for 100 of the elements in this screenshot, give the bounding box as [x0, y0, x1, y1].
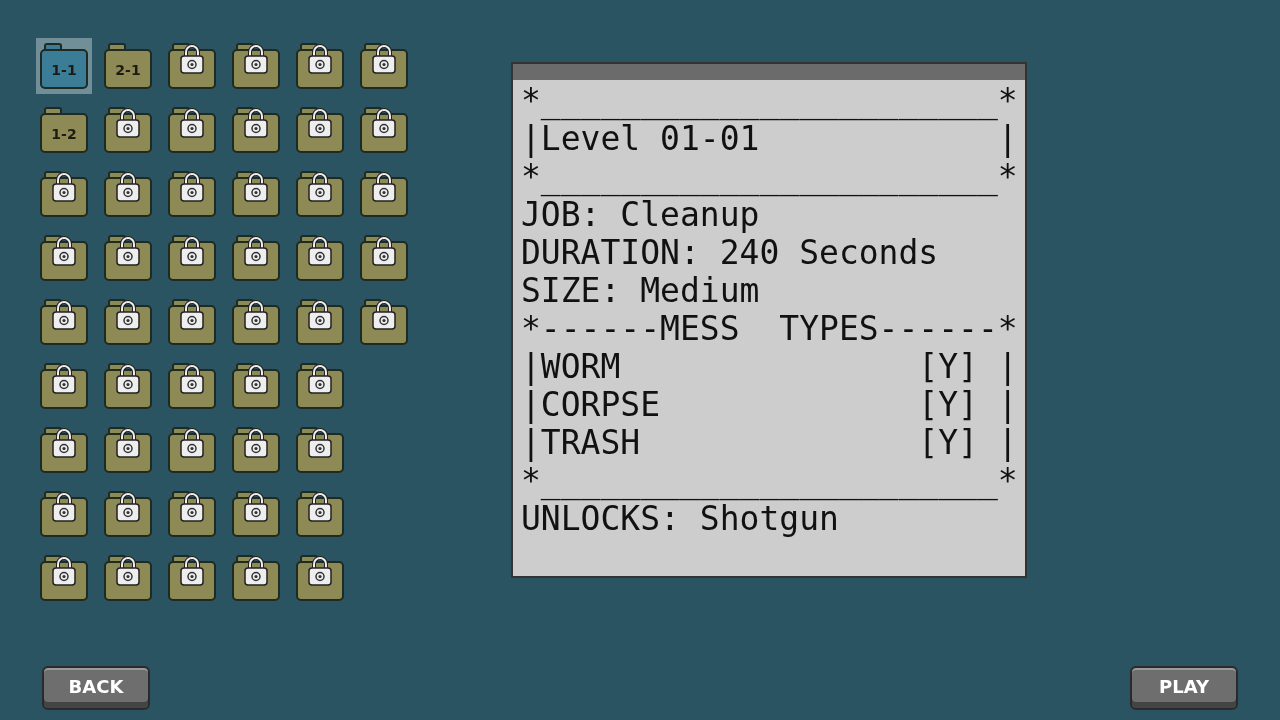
padlock-icon [244, 44, 268, 74]
locked-level-folder[interactable] [296, 427, 344, 473]
padlock-icon [372, 236, 396, 266]
locked-level-folder[interactable] [40, 363, 88, 409]
padlock-icon [116, 556, 140, 586]
padlock-icon [52, 172, 76, 202]
locked-level-folder[interactable] [168, 107, 216, 153]
briefing-line: *_______________________* [521, 462, 1019, 500]
briefing-line: *_______________________* [521, 158, 1019, 196]
locked-level-folder[interactable] [232, 107, 280, 153]
locked-level-folder[interactable] [40, 171, 88, 217]
locked-level-folder[interactable] [360, 107, 408, 153]
briefing-line: *_______________________* [521, 82, 1019, 120]
locked-level-folder[interactable] [232, 427, 280, 473]
padlock-icon [52, 364, 76, 394]
locked-level-folder[interactable] [360, 299, 408, 345]
locked-level-folder[interactable] [232, 235, 280, 281]
locked-level-folder[interactable] [360, 171, 408, 217]
locked-level-folder[interactable] [296, 107, 344, 153]
briefing-line: |CORPSE [Y] | [521, 386, 1019, 424]
locked-level-folder[interactable] [40, 299, 88, 345]
padlock-icon [52, 556, 76, 586]
locked-level-folder[interactable] [104, 427, 152, 473]
locked-level-folder[interactable] [296, 555, 344, 601]
locked-level-folder[interactable] [232, 171, 280, 217]
padlock-icon [244, 492, 268, 522]
padlock-icon [180, 236, 204, 266]
locked-level-folder[interactable] [40, 555, 88, 601]
briefing-line: JOB: Cleanup [521, 196, 760, 234]
padlock-icon [180, 44, 204, 74]
locked-level-folder[interactable] [168, 299, 216, 345]
locked-level-folder[interactable] [40, 235, 88, 281]
briefing-line: |TRASH [Y] | [521, 424, 1019, 462]
briefing-line: DURATION: 240 Seconds [521, 234, 940, 272]
padlock-icon [52, 492, 76, 522]
locked-level-folder[interactable] [296, 171, 344, 217]
padlock-icon [180, 172, 204, 202]
padlock-icon [180, 556, 204, 586]
level-folder[interactable]: 1-1 [40, 43, 88, 89]
locked-level-folder[interactable] [232, 555, 280, 601]
locked-level-folder[interactable] [232, 491, 280, 537]
padlock-icon [308, 364, 332, 394]
locked-level-folder[interactable] [104, 363, 152, 409]
padlock-icon [180, 428, 204, 458]
locked-level-folder[interactable] [360, 43, 408, 89]
locked-level-folder[interactable] [104, 491, 152, 537]
play-button[interactable]: PLAY [1130, 666, 1238, 710]
locked-level-folder[interactable] [232, 299, 280, 345]
locked-level-folder[interactable] [296, 43, 344, 89]
padlock-icon [116, 364, 140, 394]
briefing-line: SIZE: Medium [521, 272, 761, 310]
padlock-icon [244, 236, 268, 266]
padlock-icon [372, 300, 396, 330]
locked-level-folder[interactable] [104, 555, 152, 601]
locked-level-folder[interactable] [232, 43, 280, 89]
padlock-icon [244, 364, 268, 394]
padlock-icon [52, 236, 76, 266]
padlock-icon [116, 300, 140, 330]
padlock-icon [308, 428, 332, 458]
locked-level-folder[interactable] [168, 235, 216, 281]
padlock-icon [180, 364, 204, 394]
locked-level-folder[interactable] [168, 43, 216, 89]
back-button[interactable]: BACK [42, 666, 150, 710]
padlock-icon [180, 492, 204, 522]
padlock-icon [372, 44, 396, 74]
padlock-icon [308, 44, 332, 74]
locked-level-folder[interactable] [168, 555, 216, 601]
briefing-line: |Level 01-01 | [521, 120, 1019, 158]
locked-level-folder[interactable] [104, 171, 152, 217]
padlock-icon [372, 172, 396, 202]
locked-level-folder[interactable] [296, 363, 344, 409]
padlock-icon [244, 556, 268, 586]
padlock-icon [116, 428, 140, 458]
locked-level-folder[interactable] [168, 491, 216, 537]
locked-level-folder[interactable] [40, 491, 88, 537]
padlock-icon [116, 172, 140, 202]
locked-level-folder[interactable] [168, 171, 216, 217]
locked-level-folder[interactable] [168, 427, 216, 473]
padlock-icon [116, 108, 140, 138]
locked-level-folder[interactable] [296, 299, 344, 345]
locked-level-folder[interactable] [296, 235, 344, 281]
padlock-icon [244, 172, 268, 202]
padlock-icon [52, 300, 76, 330]
padlock-icon [180, 108, 204, 138]
locked-level-folder[interactable] [104, 235, 152, 281]
level-folder[interactable]: 2-1 [104, 43, 152, 89]
level-folder[interactable]: 1-2 [40, 107, 88, 153]
locked-level-folder[interactable] [296, 491, 344, 537]
locked-level-folder[interactable] [168, 363, 216, 409]
padlock-icon [244, 300, 268, 330]
padlock-icon [308, 300, 332, 330]
padlock-icon [116, 492, 140, 522]
padlock-icon [180, 300, 204, 330]
locked-level-folder[interactable] [40, 427, 88, 473]
briefing-line: UNLOCKS: Shotgun [521, 500, 839, 538]
locked-level-folder[interactable] [104, 107, 152, 153]
locked-level-folder[interactable] [360, 235, 408, 281]
locked-level-folder[interactable] [104, 299, 152, 345]
padlock-icon [308, 556, 332, 586]
locked-level-folder[interactable] [232, 363, 280, 409]
